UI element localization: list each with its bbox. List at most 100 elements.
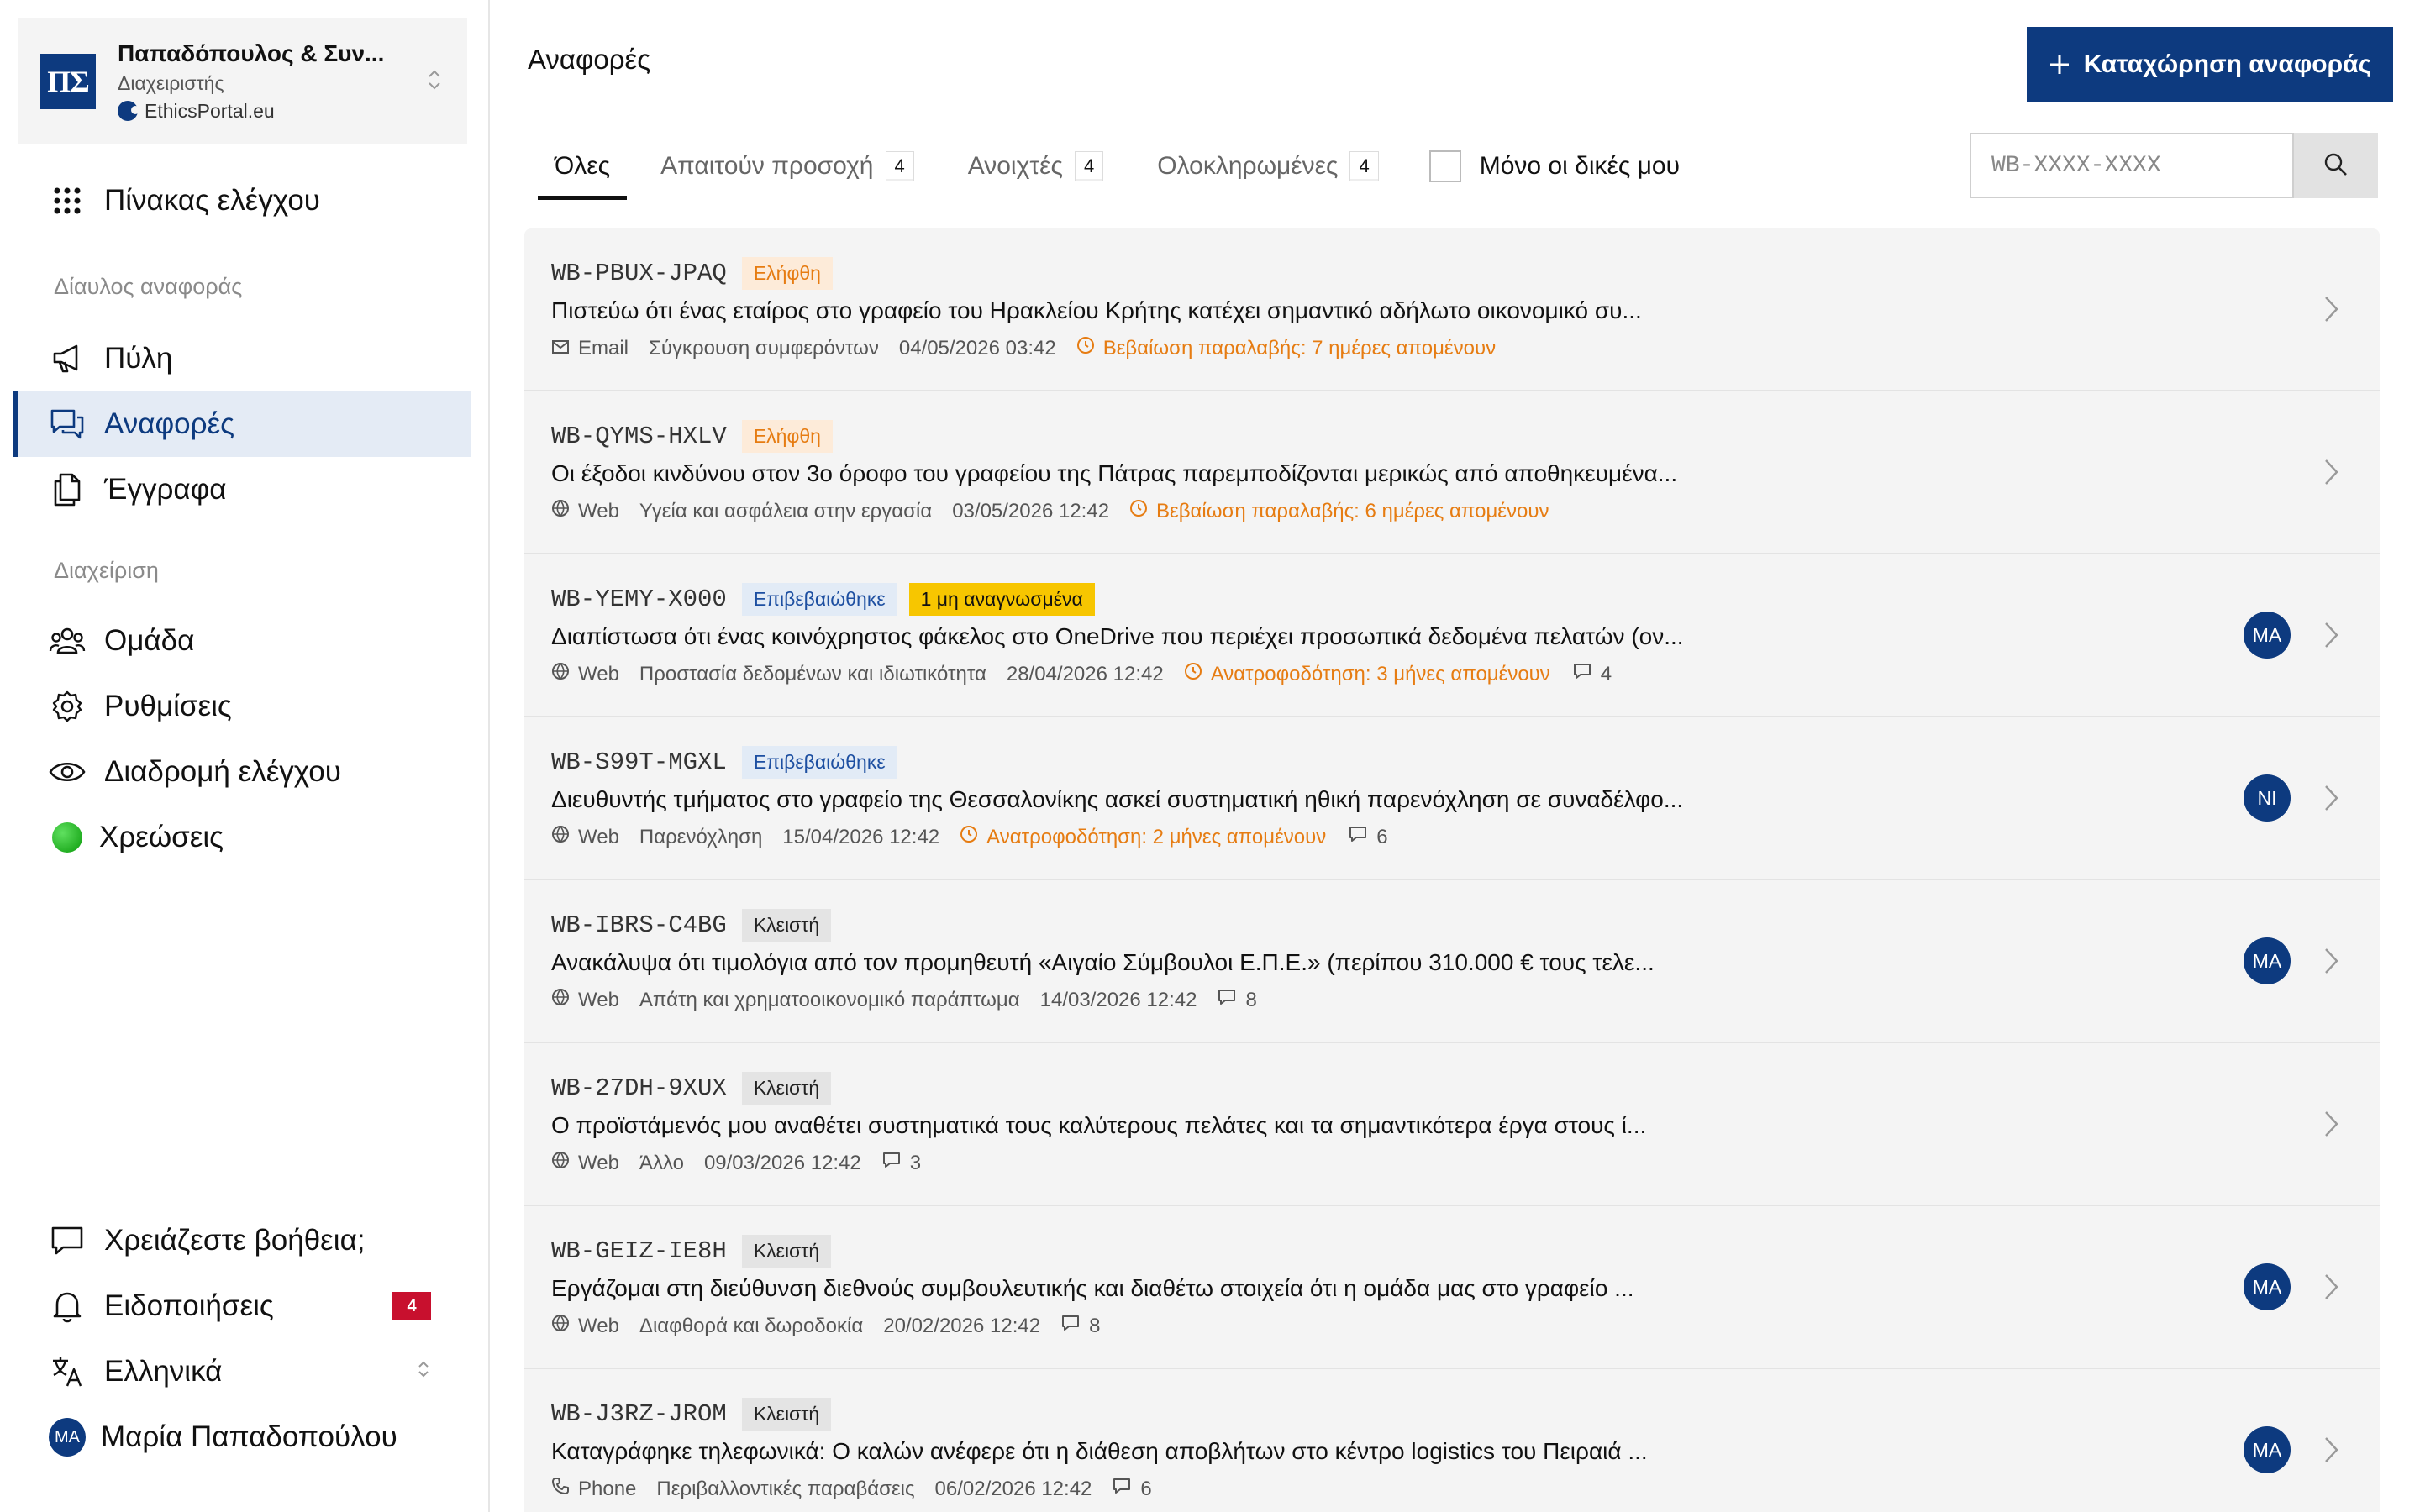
- sidebar-item-label: Χρειάζεστε βοήθεια;: [104, 1224, 366, 1257]
- report-summary: Ανακάλυψα ότι τιμολόγια από τον προμηθευ…: [551, 949, 1655, 975]
- status-badge: Κλειστή: [741, 1072, 832, 1105]
- report-row[interactable]: WB-PBUX-JPAQ Ελήφθη Πιστεύω ότι ένας ετα…: [524, 228, 2380, 391]
- sidebar-item-label: Αναφορές: [104, 407, 234, 440]
- tab-count: 4: [1349, 151, 1379, 181]
- only-mine-filter[interactable]: Μόνο οι δικές μου: [1428, 143, 1680, 190]
- search-button[interactable]: [2294, 133, 2378, 198]
- documents-icon: [49, 471, 86, 508]
- only-mine-checkbox[interactable]: [1428, 150, 1461, 182]
- portal-logo-icon: [118, 101, 139, 121]
- tab-all[interactable]: Όλες: [538, 143, 628, 200]
- status-badge: Ελήφθη: [741, 420, 833, 453]
- report-channel: Phone: [551, 1477, 636, 1501]
- report-row[interactable]: WB-IBRS-C4BG Κλειστή Ανακάλυψα ότι τιμολ…: [524, 880, 2380, 1043]
- avatar: MA: [49, 1418, 86, 1457]
- sidebar-item-notifications[interactable]: Ειδοποιήσεις 4: [13, 1273, 471, 1339]
- report-comments: 4: [1572, 662, 1612, 686]
- report-tabs: Όλες Απαιτούν προσοχή 4 Ανοιχτές 4 Ολοκλ…: [538, 143, 1680, 202]
- org-switcher[interactable]: ΠΣ Παπαδόπουλος & Συν... Διαχειριστής Et…: [18, 18, 467, 144]
- clock-icon: [1129, 499, 1156, 523]
- report-id: WB-S99T-MGXL: [551, 748, 727, 776]
- chevron-right-icon: [2323, 292, 2341, 330]
- report-row[interactable]: WB-QYMS-HXLV Ελήφθη Οι έξοδοι κινδύνου σ…: [524, 391, 2380, 554]
- comment-icon: [1112, 1477, 1140, 1501]
- search-icon: [2323, 152, 2349, 180]
- app-root: ΠΣ Παπαδόπουλος & Συν... Διαχειριστής Et…: [0, 0, 2420, 1512]
- comment-icon: [1572, 662, 1601, 686]
- tab-attention[interactable]: Απαιτούν προσοχή 4: [644, 143, 931, 190]
- sidebar-item-dashboard[interactable]: Πίνακας ελέγχου: [13, 168, 471, 234]
- report-row[interactable]: WB-S99T-MGXL Επιβεβαιώθηκε Διευθυντής τμ…: [524, 717, 2380, 880]
- report-row-header: WB-GEIZ-IE8H Κλειστή: [551, 1235, 832, 1268]
- section-label-admin: Διαχείριση: [54, 558, 159, 583]
- chevron-right-icon: [2323, 1107, 2341, 1145]
- report-channel: Web: [551, 825, 619, 849]
- report-meta: Web Διαφθορά και δωροδοκία 20/02/2026 12…: [551, 1314, 1100, 1338]
- report-date: 14/03/2026 12:42: [1039, 988, 1197, 1011]
- tab-label: Απαιτούν προσοχή: [660, 152, 874, 180]
- sidebar-item-label: Ειδοποιήσεις: [104, 1289, 274, 1322]
- report-date: 28/04/2026 12:42: [1006, 662, 1164, 685]
- assignee-avatar: MA: [2244, 1263, 2291, 1310]
- comment-icon: [1348, 825, 1376, 849]
- tab-open[interactable]: Ανοιχτές 4: [951, 143, 1121, 190]
- sidebar-item-portal[interactable]: Πύλη: [13, 326, 471, 391]
- report-summary: Διαπίστωσα ότι ένας κοινόχρηστος φάκελος…: [551, 623, 1684, 649]
- sidebar-item-billing[interactable]: Χρεώσεις: [13, 805, 471, 870]
- report-row[interactable]: WB-YEMY-X000 Επιβεβαιώθηκε 1 μη αναγνωσμ…: [524, 554, 2380, 717]
- report-category: Διαφθορά και δωροδοκία: [639, 1314, 864, 1337]
- report-id: WB-IBRS-C4BG: [551, 911, 727, 939]
- sidebar-item-documents[interactable]: Έγγραφα: [13, 457, 471, 522]
- tab-label: Όλες: [555, 152, 611, 180]
- report-id: WB-27DH-9XUX: [551, 1074, 727, 1102]
- sidebar-item-settings[interactable]: Ρυθμίσεις: [13, 674, 471, 739]
- status-badge: Κλειστή: [741, 1398, 832, 1431]
- report-deadline: Ανατροφοδότηση: 3 μήνες απομένουν: [1184, 662, 1550, 686]
- sidebar-item-reports[interactable]: Αναφορές: [13, 391, 471, 457]
- report-date: 09/03/2026 12:42: [703, 1151, 861, 1174]
- chat-icon: [49, 1222, 86, 1259]
- sidebar-item-label: Ελληνικά: [104, 1355, 223, 1388]
- chevron-right-icon: [2323, 618, 2341, 656]
- gear-icon: [49, 688, 86, 725]
- globe-icon: [551, 499, 578, 523]
- report-meta: Web Άλλο 09/03/2026 12:42 3: [551, 1151, 921, 1175]
- section-label-channel: Δίαυλος αναφοράς: [54, 274, 243, 299]
- report-id: WB-J3RZ-JROM: [551, 1400, 727, 1428]
- sidebar-item-team[interactable]: Ομάδα: [13, 608, 471, 674]
- report-category: Άλλο: [639, 1151, 684, 1174]
- report-row-header: WB-S99T-MGXL Επιβεβαιώθηκε: [551, 746, 897, 779]
- report-comments: 3: [881, 1151, 921, 1175]
- clock-icon: [960, 825, 986, 849]
- sidebar-item-label: Διαδρομή ελέγχου: [104, 755, 341, 788]
- report-deadline: Βεβαίωση παραλαβής: 7 ημέρες απομένουν: [1076, 336, 1496, 360]
- sidebar-item-audit[interactable]: Διαδρομή ελέγχου: [13, 739, 471, 805]
- tab-completed[interactable]: Ολοκληρωμένες 4: [1140, 143, 1395, 190]
- clock-icon: [1076, 336, 1103, 360]
- sidebar-item-help[interactable]: Χρειάζεστε βοήθεια;: [13, 1208, 471, 1273]
- sidebar-item-label: Έγγραφα: [104, 473, 227, 506]
- new-report-button[interactable]: Καταχώρηση αναφοράς: [2027, 27, 2393, 102]
- report-id-search-input[interactable]: [1970, 133, 2294, 198]
- report-summary: Πιστεύω ότι ένας εταίρος στο γραφείο του…: [551, 297, 1642, 323]
- assignee-avatar: MA: [2244, 937, 2291, 984]
- org-name: Παπαδόπουλος & Συν...: [118, 39, 385, 66]
- sidebar-item-language[interactable]: Ελληνικά: [13, 1339, 471, 1404]
- report-date: 04/05/2026 03:42: [898, 336, 1056, 360]
- report-row[interactable]: WB-J3RZ-JROM Κλειστή Καταγράφηκε τηλεφων…: [524, 1369, 2380, 1512]
- assignee-avatar: NI: [2244, 774, 2291, 822]
- tab-count: 4: [1075, 151, 1104, 181]
- report-channel: Web: [551, 988, 619, 1012]
- report-row[interactable]: WB-GEIZ-IE8H Κλειστή Εργάζομαι στη διεύθ…: [524, 1206, 2380, 1369]
- report-category: Περιβαλλοντικές παραβάσεις: [656, 1477, 915, 1500]
- report-category: Σύγκρουση συμφερόντων: [649, 336, 879, 360]
- report-row[interactable]: WB-27DH-9XUX Κλειστή Ο προϊστάμενός μου …: [524, 1043, 2380, 1206]
- globe-icon: [551, 825, 578, 849]
- report-date: 20/02/2026 12:42: [883, 1314, 1041, 1337]
- sidebar-item-user[interactable]: MA Μαρία Παπαδοπούλου: [13, 1404, 471, 1470]
- report-category: Υγεία και ασφάλεια στην εργασία: [639, 499, 933, 522]
- report-summary: Εργάζομαι στη διεύθυνση διεθνούς συμβουλ…: [551, 1275, 1634, 1301]
- assignee-avatar: MA: [2244, 612, 2291, 659]
- report-date: 03/05/2026 12:42: [952, 499, 1110, 522]
- sidebar-item-label: Ομάδα: [104, 624, 195, 657]
